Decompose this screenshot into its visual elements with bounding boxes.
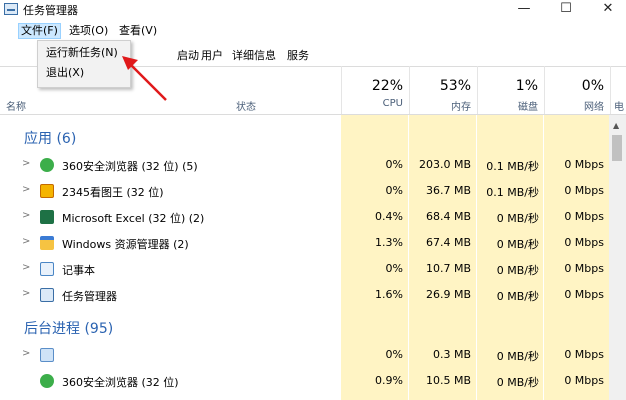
- annotation-arrow: [122, 56, 167, 101]
- annotation-arrow-line: [127, 61, 167, 101]
